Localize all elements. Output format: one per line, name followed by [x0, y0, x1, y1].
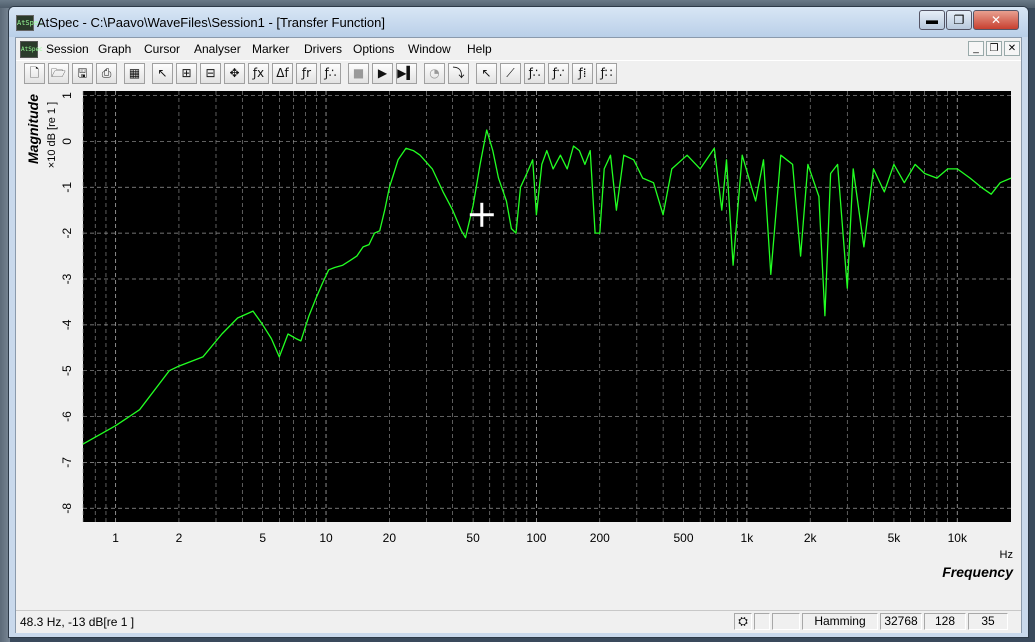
marker-tool-2-icon[interactable]: ƒ∴ [524, 63, 545, 84]
status-panel-blank-1 [754, 613, 770, 630]
y-tick-label: -7 [60, 457, 74, 468]
maximize-button[interactable]: ❐ [946, 10, 972, 30]
timer-icon[interactable]: ◔ [424, 63, 445, 84]
x-tick-label: 2 [176, 531, 183, 545]
y-tick-label: -5 [60, 365, 74, 376]
menu-analyser[interactable]: Analyser [194, 42, 241, 56]
marker-tool-1-icon[interactable]: ⟋ [500, 63, 521, 84]
menu-help[interactable]: Help [467, 42, 492, 56]
open-folder-icon[interactable]: 🗁 [48, 63, 69, 84]
sweep-count: 35 [968, 613, 1008, 630]
y-tick-label: -1 [60, 182, 74, 193]
averages-count: 128 [924, 613, 966, 630]
mdi-restore-button[interactable]: ❐ [986, 41, 1002, 56]
menu-options[interactable]: Options [353, 42, 394, 56]
cursor-multi-icon[interactable]: ƒ∴ [320, 63, 341, 84]
x-tick-label: 100 [526, 531, 546, 545]
x-axis-title: Frequency [942, 564, 1014, 580]
y-tick-label: -8 [60, 503, 74, 514]
y-tick-label: -4 [60, 319, 74, 330]
marker-pointer-icon[interactable]: ↖ [476, 63, 497, 84]
marker-tool-3-icon[interactable]: ƒ∵ [548, 63, 569, 84]
pan-icon[interactable]: ✥ [224, 63, 245, 84]
x-tick-label: 10k [948, 531, 968, 545]
window-title: AtSpec - C:\Paavo\WaveFiles\Session1 - [… [37, 15, 386, 30]
x-tick-label: 1 [112, 531, 119, 545]
y-tick-label: 1 [60, 92, 74, 99]
y-tick-label: -3 [60, 273, 74, 284]
plot-background[interactable] [83, 91, 1011, 522]
graph-area: 1 0 -1 -2 -3 -4 -5 -6 -7 -8 Magnitude ×10 dB [re 1 … [16, 87, 1021, 609]
x-tick-label: 200 [590, 531, 610, 545]
x-tick-label: 20 [383, 531, 397, 545]
trigger-icon[interactable]: ⤵ [448, 63, 469, 84]
y-tick-label: -2 [60, 227, 74, 238]
cursor-readout: 48.3 Hz, -13 dB[re 1 ] [20, 615, 135, 629]
save-icon[interactable]: 🖫 [72, 63, 93, 84]
y-axis-title: Magnitude [25, 94, 41, 164]
zoom-out-icon[interactable]: ⊟ [200, 63, 221, 84]
cursor-fr-icon[interactable]: ƒr [296, 63, 317, 84]
title-bar[interactable]: AtSpec AtSpec - C:\Paavo\WaveFiles\Sessi… [9, 7, 1028, 37]
marker-tool-4-icon[interactable]: ƒ⁞ [572, 63, 593, 84]
cursor-fx-icon[interactable]: ƒx [248, 63, 269, 84]
transfer-function-chart[interactable]: 10-1-2-3-4-5-6-7-8Magnitude ×10 dB [re 1 … [16, 87, 1021, 609]
menu-graph[interactable]: Graph [98, 42, 131, 56]
cursor-delta-f-icon[interactable]: Δf [272, 63, 293, 84]
y-tick-label: 0 [60, 138, 74, 145]
window-function: Hamming [802, 613, 878, 630]
x-tick-label: 2k [804, 531, 818, 545]
x-tick-label: 1k [741, 531, 755, 545]
menu-window[interactable]: Window [408, 42, 451, 56]
minimize-button[interactable]: ▬ [919, 10, 945, 30]
x-tick-label: 50 [466, 531, 480, 545]
x-tick-label: 5 [259, 531, 266, 545]
menu-session[interactable]: Session [46, 42, 89, 56]
status-bar: 48.3 Hz, -13 dB[re 1 ] ⛭ Hamming 32768 1… [16, 610, 1021, 633]
app-window: AtSpec AtSpec - C:\Paavo\WaveFiles\Sessi… [8, 6, 1029, 638]
export-graph-icon[interactable]: ▦ [124, 63, 145, 84]
x-tick-label: 10 [319, 531, 333, 545]
close-button[interactable]: ✕ [973, 10, 1019, 30]
mdi-close-button[interactable]: ✕ [1004, 41, 1020, 56]
zoom-in-icon[interactable]: ⊞ [176, 63, 197, 84]
x-tick-label: 500 [674, 531, 694, 545]
run-icon[interactable]: ▶▍ [396, 63, 417, 84]
print-icon[interactable]: ⎙ [96, 63, 117, 84]
mdi-minimize-button[interactable]: _ [968, 41, 984, 56]
menu-marker[interactable]: Marker [252, 42, 289, 56]
x-axis-unit: Hz [1000, 549, 1013, 561]
app-icon[interactable]: AtSpec [16, 15, 42, 31]
marker-tool-5-icon[interactable]: ƒ∷ [596, 63, 617, 84]
menu-cursor[interactable]: Cursor [144, 42, 180, 56]
fft-size: 32768 [880, 613, 922, 630]
status-panel-blank-2 [772, 613, 800, 630]
x-tick-label: 5k [888, 531, 902, 545]
new-file-icon[interactable]: 🗋 [24, 63, 45, 84]
menu-bar: AtSpec Session Graph Cursor Analyser Mar… [16, 38, 1021, 60]
stop-icon[interactable]: ■ [348, 63, 369, 84]
toolbar: 🗋 🗁 🖫 ⎙ ▦ ↖ ⊞ ⊟ ✥ ƒx Δf ƒr ƒ∴ ■ ▶ ▶▍ ◔ ⤵ ↖ ⟋ ƒ∴ ƒ∵ ƒ⁞ ƒ∷ [16, 60, 1021, 88]
pointer-icon[interactable]: ↖ [152, 63, 173, 84]
status-settings-icon[interactable]: ⛭ [734, 613, 752, 630]
y-axis-unit: ×10 dB [re 1 ] [46, 102, 58, 168]
mdi-client: AtSpec Session Graph Cursor Analyser Mar… [15, 37, 1022, 633]
menu-drivers[interactable]: Drivers [304, 42, 342, 56]
document-icon[interactable]: AtSpec [20, 41, 43, 58]
y-tick-label: -6 [60, 411, 74, 422]
play-step-icon[interactable]: ▶ [372, 63, 393, 84]
